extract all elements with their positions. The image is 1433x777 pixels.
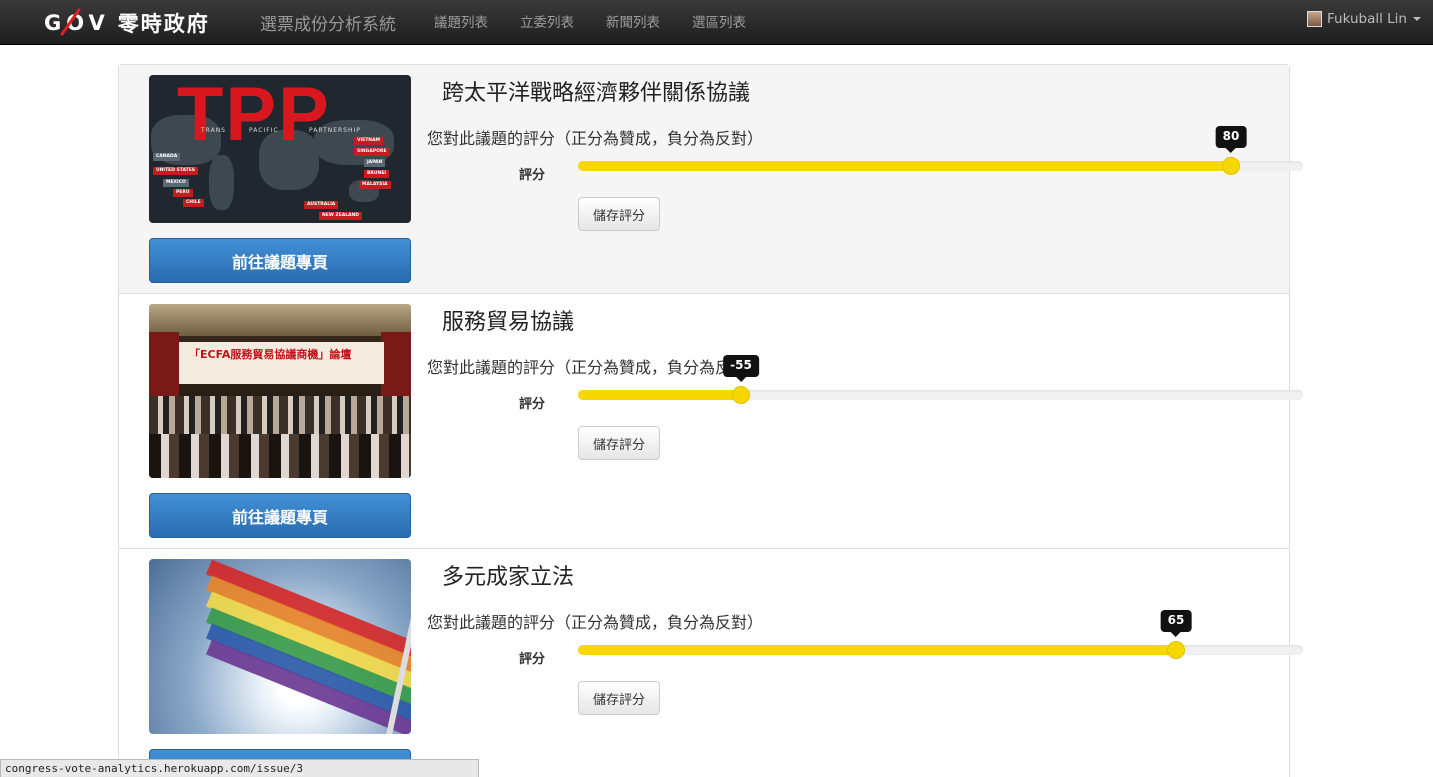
rating-question: 您對此議題的評分（正分為贊成，負分為反對） [427,358,764,377]
slider-tooltip: -55 [723,355,759,382]
slider-fill [578,390,741,400]
nav-districts[interactable]: 選區列表 [692,11,746,31]
save-rating-button[interactable]: 儲存評分 [578,197,660,231]
nav-issues[interactable]: 議題列表 [434,11,488,31]
rating-question: 您對此議題的評分（正分為贊成，負分為反對） [427,129,764,148]
score-label: 評分 [519,168,546,183]
tpp-sub: PARTNERSHIP [309,127,361,134]
slider-fill [578,645,1176,655]
score-slider[interactable]: -55 [578,355,1303,404]
go-to-issue-button[interactable]: 前往議題專頁 [149,238,411,283]
nav-legislators[interactable]: 立委列表 [520,11,574,31]
issue-image-rainbow-flag [149,559,411,734]
country-tag: PERU [173,189,193,197]
map-land [209,155,234,210]
caret-down-icon [1413,17,1421,21]
tpp-headline: TPP [177,75,331,157]
issue-image-tpp: TPP TRANS PACIFIC PARTNERSHIP CANADA UNI… [149,75,411,223]
country-tag: VIETNAM [354,137,384,145]
browser-status-bar: congress-vote-analytics.herokuapp.com/is… [0,759,479,777]
system-title[interactable]: 選票成份分析系統 [260,10,396,35]
slider-tooltip: 65 [1160,610,1192,637]
country-tag: CHILE [183,199,204,207]
slider-thumb[interactable] [1222,157,1240,175]
brand-logo[interactable]: GOV 零時政府 [44,8,210,38]
brand-chinese-text: 零時政府 [117,12,210,36]
score-slider[interactable]: 65 [578,610,1303,659]
score-slider[interactable]: 80 [578,126,1303,175]
score-label: 評分 [519,397,546,412]
country-tag: UNITED STATES [153,167,199,175]
top-navbar: GOV 零時政府 選票成份分析系統 議題列表 立委列表 新聞列表 選區列表 Fu… [0,0,1433,45]
country-tag: MALAYSIA [359,181,391,189]
issue-title: 多元成家立法 [442,565,575,590]
image-curtain [149,332,179,402]
slider-thumb[interactable] [732,386,750,404]
forum-banner: 「ECFA服務貿易協議商機」論壇 [179,342,384,384]
slider-thumb[interactable] [1167,641,1185,659]
country-tag: JAPAN [364,159,386,167]
country-tag: SINGAPORE [354,148,390,156]
go-to-issue-button[interactable]: 前往議題專頁 [149,493,411,538]
issue-item: 前往議題專頁 多元成家立法 您對此議題的評分（正分為贊成，負分為反對） 評分 6… [119,549,1303,777]
avatar [1306,11,1322,27]
rating-question: 您對此議題的評分（正分為贊成，負分為反對） [427,613,764,632]
issue-item: 「ECFA服務貿易協議商機」論壇 前往議題專頁 服務貿易協議 您對此議題的評分（… [119,294,1303,549]
score-label: 評分 [519,652,546,667]
country-tag: AUSTRALIA [304,201,339,209]
user-menu[interactable]: Fukuball Lin [1306,11,1421,27]
image-audience [149,434,411,478]
slider-fill [578,161,1231,171]
issue-list: TPP TRANS PACIFIC PARTNERSHIP CANADA UNI… [118,64,1303,777]
issue-image-ecfa: 「ECFA服務貿易協議商機」論壇 [149,304,411,478]
country-tag: CANADA [153,153,181,161]
country-tag: BRUNEI [364,170,390,178]
issue-item: TPP TRANS PACIFIC PARTNERSHIP CANADA UNI… [119,65,1303,294]
image-curtain [381,332,411,402]
tpp-sub: PACIFIC [249,127,279,134]
tpp-sub: TRANS [201,127,226,134]
forum-banner-text: 「ECFA服務貿易協議商機」論壇 [189,348,352,361]
user-name: Fukuball Lin [1326,11,1407,27]
country-tag: MEXICO [163,179,189,187]
save-rating-button[interactable]: 儲存評分 [578,681,660,715]
issue-title: 服務貿易協議 [442,310,575,335]
slider-tooltip: 80 [1215,126,1247,153]
image-ceiling [149,304,411,336]
save-rating-button[interactable]: 儲存評分 [578,426,660,460]
issue-title: 跨太平洋戰略經濟夥伴關係協議 [442,81,751,106]
nav-news[interactable]: 新聞列表 [606,11,660,31]
country-tag: NEW ZEALAND [319,212,363,220]
